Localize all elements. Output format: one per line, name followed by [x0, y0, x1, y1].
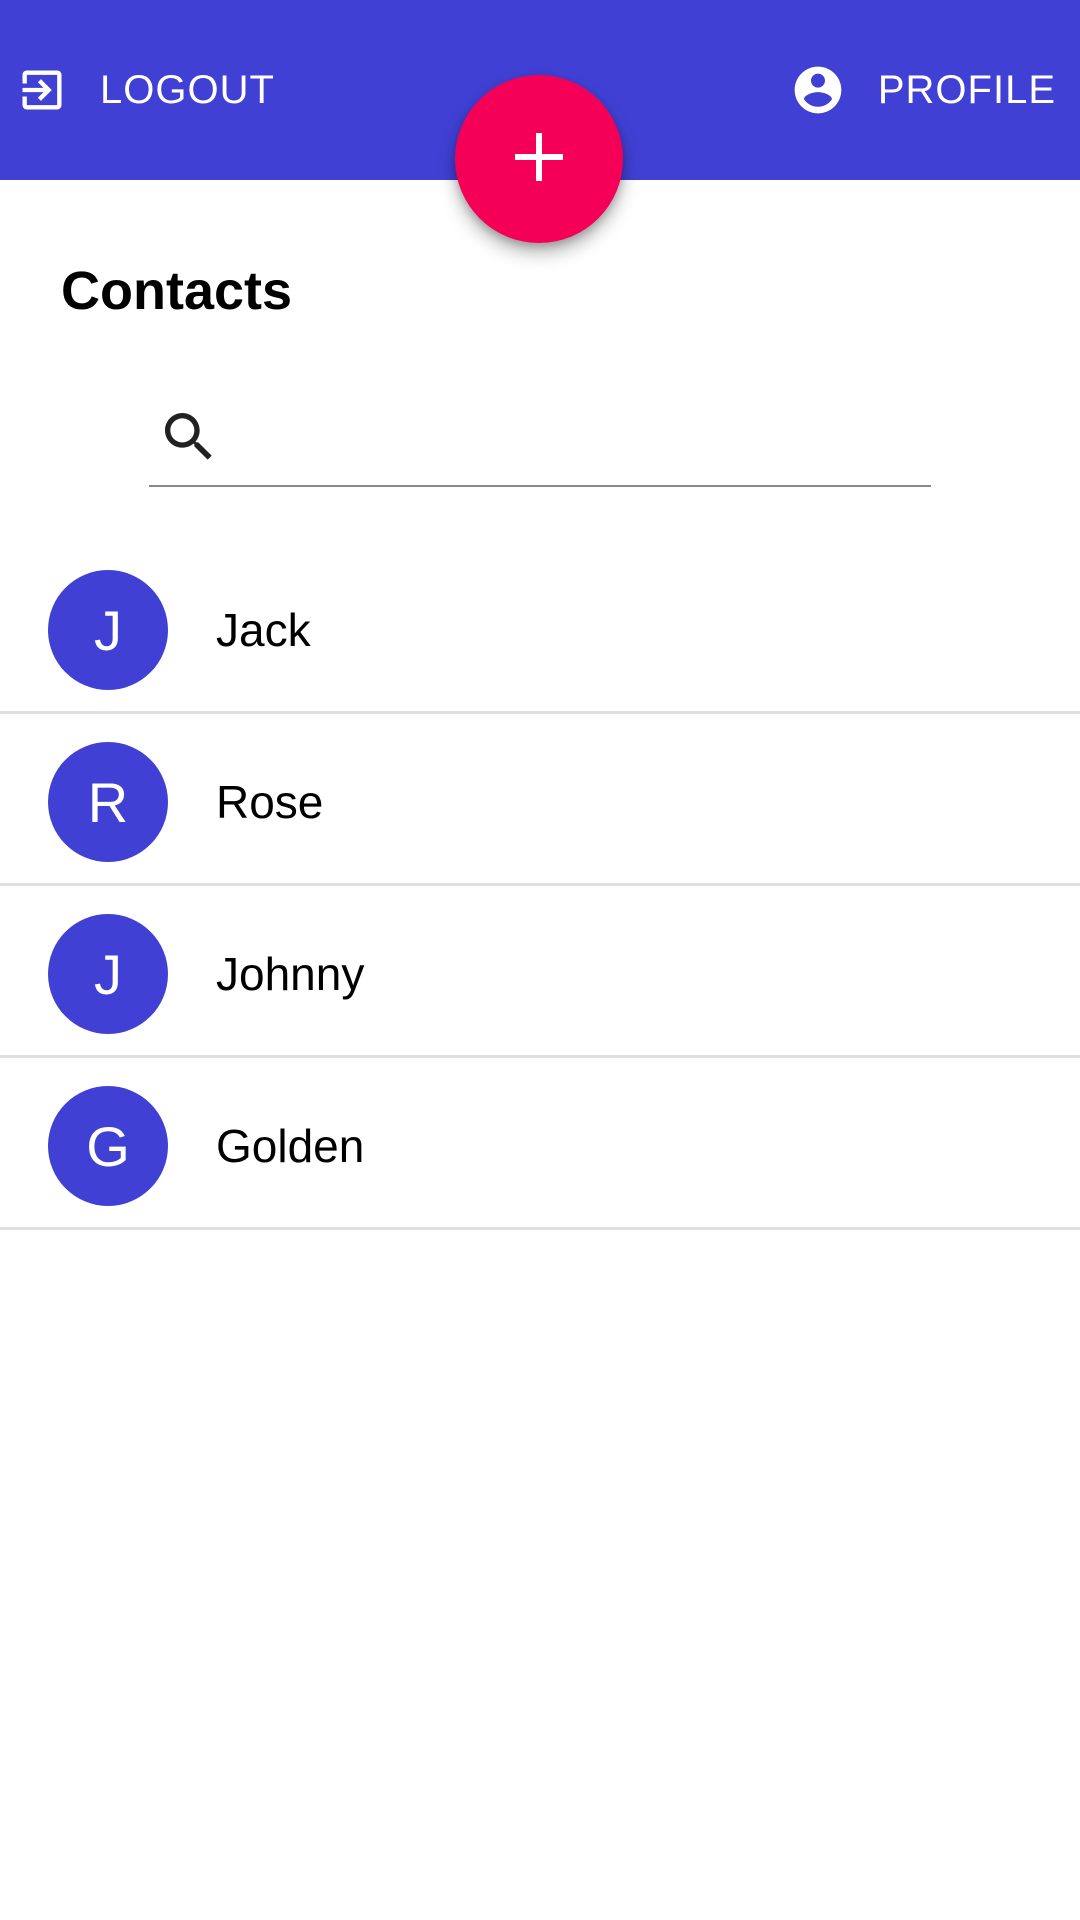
contact-name: Johnny: [216, 948, 365, 1000]
avatar: G: [48, 1086, 168, 1206]
search-field[interactable]: [149, 395, 931, 487]
search-input[interactable]: [229, 405, 923, 471]
search-icon: [157, 405, 221, 474]
profile-label: PROFILE: [877, 67, 1056, 112]
avatar: J: [48, 570, 168, 690]
contact-name: Rose: [216, 776, 324, 828]
add-icon: [511, 129, 567, 190]
logout-button[interactable]: LOGOUT: [16, 60, 275, 120]
contact-list: J Jack R Rose J Johnny G Golden: [0, 542, 1080, 1230]
avatar: J: [48, 914, 168, 1034]
contact-name: Golden: [216, 1120, 365, 1172]
add-contact-button[interactable]: [455, 75, 623, 243]
avatar: R: [48, 742, 168, 862]
contacts-screen: LOGOUT PROFILE Contacts J Jack R Rose J …: [0, 0, 1080, 1920]
list-item[interactable]: R Rose: [0, 714, 1080, 886]
account-circle-icon: [790, 62, 846, 118]
contact-name: Jack: [216, 604, 311, 656]
list-item[interactable]: J Jack: [0, 542, 1080, 714]
list-item[interactable]: J Johnny: [0, 886, 1080, 1058]
logout-label: LOGOUT: [100, 67, 275, 112]
list-item[interactable]: G Golden: [0, 1058, 1080, 1230]
profile-button[interactable]: PROFILE: [790, 60, 1056, 120]
exit-to-app-icon: [16, 64, 68, 116]
page-title: Contacts: [61, 261, 293, 321]
